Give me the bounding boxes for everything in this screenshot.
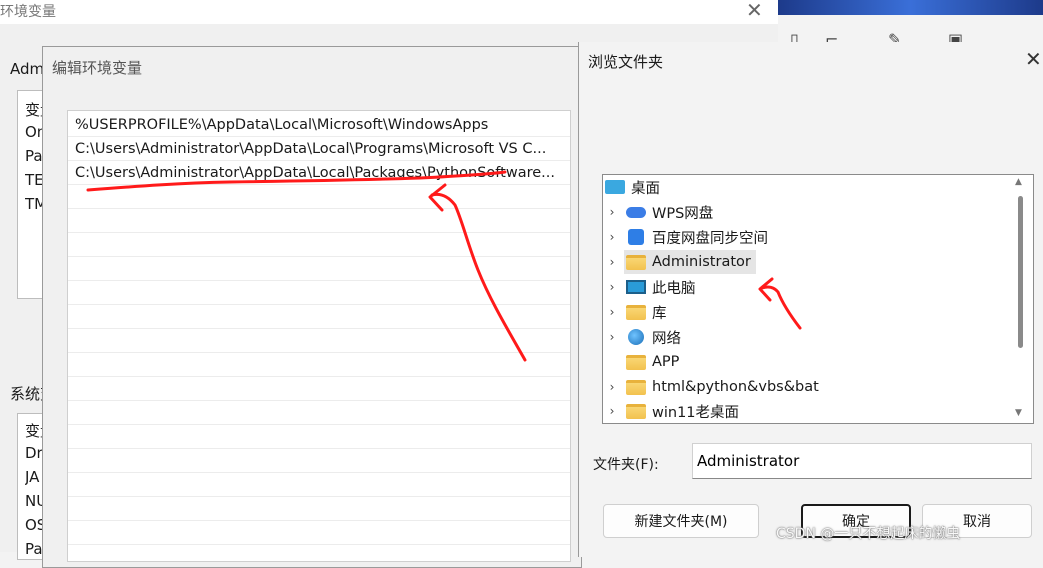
folder-icon [626,354,646,370]
network-icon [628,329,644,345]
tree-item-baidu[interactable]: › 百度网盘同步空间 [606,225,768,249]
env-dialog-title: 环境变量 [0,4,56,20]
env-dialog-titlebar [0,0,778,24]
tree-item-label: win11老桌面 [652,404,740,421]
tree-item-network[interactable]: › 网络 [606,325,681,349]
empty-path-row[interactable] [68,377,570,401]
chevron-right-icon[interactable]: › [606,205,618,219]
folder-field-label: 文件夹(F): [593,457,659,473]
path-list[interactable]: %USERPROFILE%\AppData\Local\Microsoft\Wi… [67,110,571,562]
empty-path-row[interactable] [68,233,570,257]
tree-item-label: html&python&vbs&bat [652,379,819,395]
path-text: C:\Users\Administrator\AppData\Local\Pro… [75,141,547,157]
chevron-right-icon[interactable]: › [606,230,618,244]
tree-item-wps[interactable]: › WPS网盘 [606,200,714,224]
tree-scrollbar[interactable] [1018,196,1023,348]
empty-path-row[interactable] [68,281,570,305]
baidu-icon [628,229,644,245]
path-text: C:\Users\Administrator\AppData\Local\Pac… [75,165,555,181]
tree-item-label: 百度网盘同步空间 [652,230,768,247]
cloud-icon [626,206,646,218]
chevron-right-icon[interactable]: › [606,404,618,418]
folder-icon [626,379,646,395]
tree-item-label: 网络 [652,330,681,347]
tree-item-label: 库 [652,305,667,322]
new-folder-button[interactable]: 新建文件夹(M) [603,504,759,538]
path-row[interactable]: C:\Users\Administrator\AppData\Local\Pac… [68,161,570,185]
empty-path-row[interactable] [68,185,570,209]
folder-icon [626,403,646,419]
scroll-down-icon[interactable]: ▼ [1015,408,1022,418]
tree-item-administrator[interactable]: › Administrator [606,250,751,274]
chevron-right-icon[interactable]: › [606,255,618,269]
tree-item-label: 此电脑 [652,280,696,297]
empty-path-row[interactable] [68,257,570,281]
background-banner [778,0,1043,15]
browse-dialog-title: 浏览文件夹 [588,53,664,71]
computer-icon [626,280,646,294]
tree-item-label: 桌面 [631,180,660,197]
desktop-icon [605,180,625,194]
edit-dialog-title: 编辑环境变量 [52,59,143,77]
folder-icon [626,254,646,270]
env-dialog-close-icon[interactable]: ✕ [746,0,763,22]
tree-item-library[interactable]: › 库 [606,300,667,324]
empty-path-row[interactable] [68,449,570,473]
chevron-right-icon[interactable]: › [606,380,618,394]
path-row[interactable]: %USERPROFILE%\AppData\Local\Microsoft\Wi… [68,113,570,137]
empty-path-row[interactable] [68,305,570,329]
empty-path-row[interactable] [68,425,570,449]
chevron-right-icon[interactable]: › [606,330,618,344]
empty-path-row[interactable] [68,401,570,425]
tree-item-win11-desktop[interactable]: › win11老桌面 [606,399,739,423]
tree-item-label: Administrator [652,254,751,270]
empty-path-row[interactable] [68,329,570,353]
tree-item-html-python[interactable]: › html&python&vbs&bat [606,375,819,399]
close-icon[interactable]: ✕ [1025,47,1042,71]
folder-icon [626,304,646,320]
chevron-right-icon[interactable]: › [606,280,618,294]
path-row[interactable]: C:\Users\Administrator\AppData\Local\Pro… [68,137,570,161]
tree-item-app[interactable]: APP [606,350,679,374]
tree-item-desktop[interactable]: 桌面 [603,175,660,199]
tree-item-label: WPS网盘 [652,205,714,222]
tree-item-this-pc[interactable]: › 此电脑 [606,275,696,299]
path-text: %USERPROFILE%\AppData\Local\Microsoft\Wi… [75,117,489,133]
empty-path-row[interactable] [68,473,570,497]
empty-path-row[interactable] [68,209,570,233]
watermark: CSDN @一只不想起床的懒虫 [776,526,961,542]
scroll-up-icon[interactable]: ▲ [1015,177,1022,187]
empty-path-row[interactable] [68,497,570,521]
tree-item-label: APP [652,354,680,370]
empty-path-row[interactable] [68,353,570,377]
empty-path-row[interactable] [68,521,570,545]
folder-field[interactable] [692,443,1032,479]
chevron-right-icon[interactable]: › [606,305,618,319]
